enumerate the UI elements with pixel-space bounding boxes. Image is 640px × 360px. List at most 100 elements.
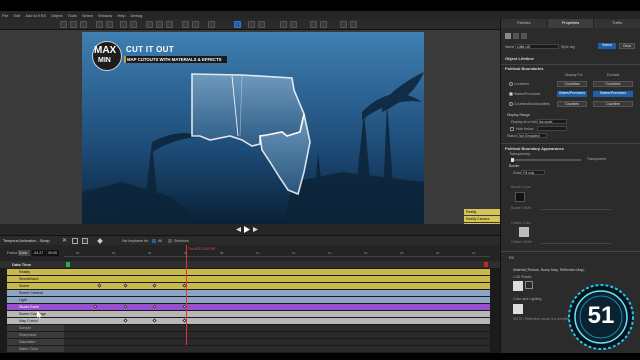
select-tool-icon[interactable] [60,21,67,28]
overlay-card[interactable]: Reality Camera [464,216,500,222]
snap-icon[interactable] [340,21,347,28]
visibility-icon[interactable] [513,33,519,39]
track-label[interactable]: Scene Camera [7,290,64,296]
menu-edit[interactable]: Edit [13,13,20,18]
keyframe-diamond[interactable] [123,283,128,288]
time-field[interactable]: -04.27 [32,250,46,256]
zoom-icon[interactable] [182,21,189,28]
track-label[interactable]: Saturation [7,339,64,345]
all-checkbox[interactable] [152,239,156,243]
menu-window[interactable]: Window [98,13,112,18]
menu-add-to-ess[interactable]: Add to ESS [25,13,46,18]
track-label[interactable]: Wonderland [7,276,64,282]
status-select[interactable]: Not Simulated [517,133,547,138]
keyframe-diamond[interactable] [152,318,158,323]
copy-icon[interactable] [72,238,78,244]
transparency-slider-handle[interactable] [511,158,514,162]
track-bar[interactable] [64,290,490,296]
track-bar[interactable] [64,346,490,352]
material-picker-icon[interactable] [525,281,533,289]
track-bar[interactable] [64,283,490,289]
outline-width-slider[interactable] [541,243,611,244]
track-label[interactable]: Light [7,297,64,303]
menu-tools[interactable]: Tools [68,13,77,18]
timeline-track[interactable]: Water Color [0,346,500,352]
settings-icon[interactable] [290,21,297,28]
scene-viewport[interactable]: MAX MIN CUT IT OUT MAP CUTOUTS WITH MATE… [0,30,500,257]
track-label[interactable]: Sample [7,325,64,331]
lock-icon[interactable] [521,33,527,39]
duration-field[interactable]: Dura [18,250,30,256]
track-bar[interactable] [64,318,490,324]
track-label[interactable]: Scene Coverage [7,311,64,317]
frame-icon[interactable] [208,21,215,28]
timeline-track[interactable]: Scene Camera [0,290,500,296]
display-countries-button[interactable]: Countries [557,81,587,87]
radio-states[interactable] [509,92,513,96]
radio-counties[interactable] [509,102,513,106]
object-lifetime-header[interactable]: Object Lifetime [505,56,534,61]
export-icon[interactable] [280,21,287,28]
timecode-field[interactable]: 00:00 [47,250,59,256]
skip-forward-icon[interactable] [253,227,258,232]
transparency-slider[interactable] [511,158,581,162]
add-object-icon[interactable] [96,21,103,28]
track-bar[interactable] [64,325,490,331]
preview-icon[interactable] [258,21,265,28]
data-time-end-marker[interactable] [484,262,488,267]
track-bar[interactable] [64,339,490,345]
keyframe-diamond[interactable] [97,283,102,288]
keyframe-diamond[interactable] [152,283,158,288]
timeline-track[interactable]: Light [0,297,500,303]
timeline-track[interactable]: Sharpness [0,332,500,338]
display-range-select[interactable]: the world [537,119,567,124]
hide-below-checkbox[interactable] [510,127,514,131]
tab-palettes[interactable]: Palettes [501,19,548,28]
material-swatch[interactable] [513,281,523,291]
keyframe-diamond[interactable] [93,304,98,309]
keyframe-diamond[interactable] [152,304,158,309]
track-label[interactable]: Studio Earth [7,304,64,310]
hide-below-select[interactable] [537,126,567,131]
border-color-swatch[interactable] [515,192,525,202]
timeline-track[interactable]: Wonderland [0,276,500,282]
track-label[interactable]: Scene [7,283,64,289]
display-counties-button[interactable]: Counties [557,101,587,107]
data-time-start-marker[interactable] [66,262,70,267]
track-bar[interactable] [64,311,490,317]
keyframe-icon[interactable] [97,238,103,244]
playhead[interactable] [186,245,187,345]
magnet-icon[interactable] [350,21,357,28]
undo-icon[interactable] [120,21,127,28]
delete-object-icon[interactable] [106,21,113,28]
menu-file[interactable]: File [2,13,8,18]
display-states-button[interactable]: States/Provinces [557,91,587,97]
keyframe-diamond[interactable] [123,318,128,323]
track-label[interactable]: Reality [7,269,64,275]
move-tool-icon[interactable] [70,21,77,28]
timeline-track[interactable]: Saturation [0,339,500,345]
track-bar[interactable] [64,269,490,275]
draw-select[interactable]: Fill only [521,170,545,175]
menu-select[interactable]: Select [82,13,93,18]
safe-area-icon[interactable] [234,21,241,28]
timeline-tracks[interactable]: Data Time Reality Wonderland Scene Scene Ca… [0,245,500,353]
exclude-counties-button[interactable]: Counties [593,101,633,107]
timeline-track[interactable]: Sample [0,325,500,331]
cut-icon[interactable]: ✕ [62,238,68,244]
track-bar[interactable] [64,276,490,282]
appearance-header[interactable]: Political Boundary Appearance [505,146,564,151]
track-bar[interactable] [64,332,490,338]
clear-button[interactable]: Clear [619,43,635,49]
menu-object[interactable]: Object [51,13,63,18]
light-icon[interactable] [156,21,163,28]
track-bar[interactable] [64,304,490,310]
overlay-card[interactable]: Reality [464,209,500,215]
render-icon[interactable] [248,21,255,28]
play-icon[interactable] [244,226,250,233]
tab-traffic[interactable]: Traffic [594,19,640,28]
exclude-countries-button[interactable]: Countries [593,81,633,87]
name-input[interactable]: Little US [515,44,559,49]
paste-icon[interactable] [82,238,88,244]
redo-icon[interactable] [130,21,137,28]
